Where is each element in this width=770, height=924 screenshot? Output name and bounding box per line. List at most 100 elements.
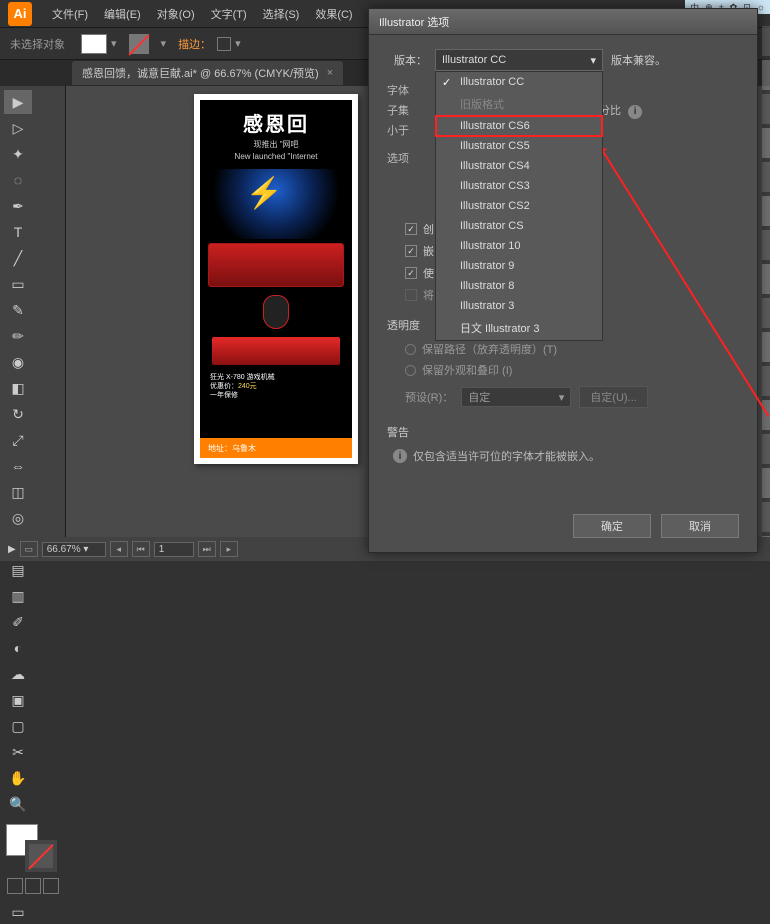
version-option-8[interactable]: Illustrator 8: [436, 276, 602, 296]
version-label: 版本：: [387, 52, 427, 68]
checkbox-icon: [405, 223, 417, 235]
version-option-9[interactable]: Illustrator 9: [436, 256, 602, 276]
radio-icon: [405, 344, 416, 355]
version-option-10[interactable]: Illustrator 10: [436, 236, 602, 256]
graph-tool[interactable]: ▣: [4, 688, 32, 712]
width-tool[interactable]: ⇔: [4, 454, 32, 478]
rotate-tool[interactable]: ↻: [4, 402, 32, 426]
rectangle-tool[interactable]: ▭: [4, 272, 32, 296]
fill-dropdown-icon[interactable]: ▾: [111, 37, 117, 50]
scale-tool[interactable]: ⤢: [4, 428, 32, 452]
preset-custom-button: 自定(U)...: [579, 386, 647, 408]
pen-tool[interactable]: ✒: [4, 194, 32, 218]
symbol-tool[interactable]: ☁: [4, 662, 32, 686]
version-option-cc[interactable]: Illustrator CC: [436, 72, 602, 92]
zoom-tool[interactable]: 🔍: [4, 792, 32, 816]
checkbox-icon: [405, 267, 417, 279]
right-panel-edge: [762, 26, 770, 537]
menu-file[interactable]: 文件(F): [44, 2, 96, 26]
document-tab[interactable]: 感恩回馈，诚意巨献.ai* @ 66.67% (CMYK/预览) ×: [72, 61, 343, 85]
free-transform-tool[interactable]: ◫: [4, 480, 32, 504]
next-artboard-button[interactable]: ▸: [220, 541, 238, 557]
cancel-button[interactable]: 取消: [661, 514, 739, 538]
screen-mode-tool[interactable]: ▭: [4, 900, 32, 924]
menu-object[interactable]: 对象(O): [149, 2, 203, 26]
eyedropper-tool[interactable]: ✐: [4, 610, 32, 634]
radio-preserve-paths: 保留路径（放弃透明度）(T): [405, 341, 739, 357]
draw-mode-buttons: [4, 878, 61, 898]
menu-select[interactable]: 选择(S): [255, 2, 308, 26]
compat-text: 版本兼容。: [611, 52, 666, 68]
fill-stroke-control[interactable]: [4, 824, 61, 872]
mesh-tool[interactable]: ▤: [4, 558, 32, 582]
first-artboard-button[interactable]: ⏮: [132, 541, 150, 557]
radio-icon: [405, 365, 416, 376]
chevron-down-icon: ▾: [559, 391, 565, 404]
version-option-cs4[interactable]: Illustrator CS4: [436, 156, 602, 176]
version-option-3[interactable]: Illustrator 3: [436, 296, 602, 316]
artboard-nav-input[interactable]: 1: [154, 542, 194, 557]
less-than-label: 小于: [387, 121, 409, 141]
paintbrush-tool[interactable]: ✎: [4, 298, 32, 322]
poster-title: 感恩回: [204, 108, 348, 137]
lasso-tool[interactable]: ◌: [4, 168, 32, 192]
version-option-cs2[interactable]: Illustrator CS2: [436, 196, 602, 216]
gradient-tool[interactable]: ▥: [4, 584, 32, 608]
eraser-tool[interactable]: ◧: [4, 376, 32, 400]
shape-builder-tool[interactable]: ◎: [4, 506, 32, 530]
version-option-legacy-header: 旧版格式: [436, 92, 602, 116]
hand-tool[interactable]: ✋: [4, 766, 32, 790]
font-label: 字体: [387, 81, 409, 101]
stroke-none-icon[interactable]: [129, 34, 149, 54]
poster-keyboard2-image: [212, 337, 340, 365]
draw-normal-icon[interactable]: [7, 878, 23, 894]
stroke-dropdown-icon[interactable]: ▾: [161, 37, 167, 50]
info-icon[interactable]: i: [628, 105, 642, 119]
version-dropdown-list: Illustrator CC 旧版格式 Illustrator CS6 Illu…: [435, 71, 603, 341]
zoom-select[interactable]: 66.67% ▾: [42, 542, 106, 557]
preset-select: 自定▾: [461, 387, 571, 407]
menu-edit[interactable]: 编辑(E): [96, 2, 149, 26]
options-label: 选项: [387, 149, 409, 169]
version-option-cs6[interactable]: Illustrator CS6: [436, 116, 602, 136]
poster-artwork: 感恩回 现推出 "网吧 New launched "Internet 狂光 X-…: [200, 100, 352, 458]
version-option-cs5[interactable]: Illustrator CS5: [436, 136, 602, 156]
blend-tool[interactable]: ◐: [4, 636, 32, 660]
fill-swatch[interactable]: [81, 34, 107, 54]
version-option-cs3[interactable]: Illustrator CS3: [436, 176, 602, 196]
type-tool[interactable]: T: [4, 220, 32, 244]
stroke-color-icon[interactable]: [25, 840, 57, 872]
version-option-jp3[interactable]: 日文 Illustrator 3: [436, 316, 602, 340]
magic-wand-tool[interactable]: ✦: [4, 142, 32, 166]
chevron-down-icon: ▾: [590, 54, 596, 67]
artboard-tool[interactable]: ▢: [4, 714, 32, 738]
selection-tool[interactable]: ▶: [4, 90, 32, 114]
no-selection-label: 未选择对象: [10, 36, 65, 52]
close-tab-icon[interactable]: ×: [327, 67, 333, 79]
stroke-weight-input[interactable]: [217, 37, 231, 51]
draw-inside-icon[interactable]: [43, 878, 59, 894]
last-artboard-button[interactable]: ⏭: [198, 541, 216, 557]
ok-button[interactable]: 确定: [573, 514, 651, 538]
menu-effect[interactable]: 效果(C): [307, 2, 360, 26]
illustrator-options-dialog: Illustrator 选项 版本： Illustrator CC▾ 版本兼容。…: [368, 8, 758, 553]
menu-type[interactable]: 文字(T): [203, 2, 255, 26]
blob-brush-tool[interactable]: ◉: [4, 350, 32, 374]
slice-tool[interactable]: ✂: [4, 740, 32, 764]
poster-mouse-image: [208, 293, 344, 331]
poster-spec-text: 狂光 X-780 游戏机械 优惠价：240元 一年保修: [200, 369, 352, 404]
line-tool[interactable]: ╱: [4, 246, 32, 270]
status-btn[interactable]: ▭: [20, 541, 38, 557]
document-tab-title: 感恩回馈，诚意巨献.ai* @ 66.67% (CMYK/预览): [82, 65, 319, 81]
draw-behind-icon[interactable]: [25, 878, 41, 894]
pencil-tool[interactable]: ✏: [4, 324, 32, 348]
preset-row: 预设(R)： 自定▾ 自定(U)...: [405, 386, 739, 408]
version-select[interactable]: Illustrator CC▾: [435, 49, 603, 71]
poster-footer: 地址：乌鲁木: [200, 438, 352, 458]
prev-artboard-button[interactable]: ◂: [110, 541, 128, 557]
poster-keyboard-image: [208, 243, 344, 287]
direct-selection-tool[interactable]: ▷: [4, 116, 32, 140]
dialog-title: Illustrator 选项: [369, 9, 757, 35]
app-logo: Ai: [8, 2, 32, 26]
version-option-cs[interactable]: Illustrator CS: [436, 216, 602, 236]
